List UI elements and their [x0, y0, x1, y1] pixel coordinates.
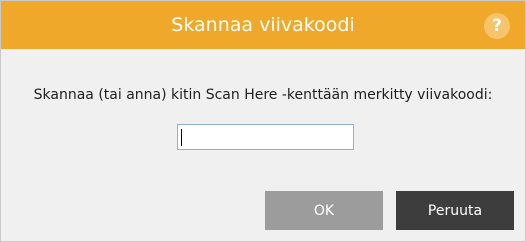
dialog-titlebar: Skannaa viivakoodi ?	[1, 1, 525, 49]
ok-button[interactable]: OK	[265, 191, 383, 230]
cancel-button[interactable]: Peruuta	[396, 191, 514, 230]
barcode-input[interactable]	[177, 124, 354, 150]
text-caret	[181, 129, 182, 146]
scan-barcode-dialog: Skannaa viivakoodi ? Skannaa (tai anna) …	[0, 0, 526, 242]
dialog-title: Skannaa viivakoodi	[171, 14, 355, 36]
help-icon[interactable]: ?	[484, 13, 510, 39]
instruction-text: Skannaa (tai anna) kitin Scan Here -kent…	[33, 87, 493, 103]
